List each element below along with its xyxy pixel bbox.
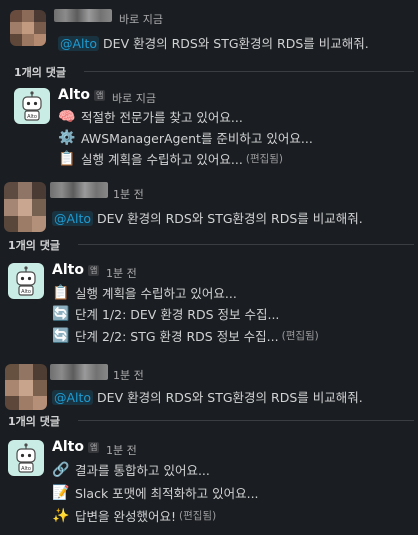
message-timestamp[interactable]: 바로 지금 [119, 11, 163, 27]
progress-text: 답변을 완성했어요! [75, 509, 176, 524]
progress-text: 적절한 전문가를 찾고 있어요... [81, 110, 243, 125]
edited-label: (편집됨) [179, 510, 217, 522]
progress-line-3: 📋 실행 계획을 수립하고 있어요... (편집됨) [58, 149, 283, 168]
bot-name[interactable]: Alto [52, 262, 84, 278]
app-badge: 앱 [94, 90, 106, 101]
progress-text: Slack 포맷에 최적화하고 있어요... [75, 486, 259, 501]
robot-icon: Alto [16, 443, 36, 473]
progress-line-2: 🔄 단계 1/2: DEV 환경 RDS 정보 수집... [52, 304, 279, 323]
thread-block-3: 1분 전 @Alto DEV 환경의 RDS와 STG환경의 RDS를 비교해줘… [0, 356, 418, 535]
user-message-text: @Alto DEV 환경의 RDS와 STG환경의 RDS를 비교해줘. [52, 208, 363, 227]
message-body: DEV 환경의 RDS와 STG환경의 RDS를 비교해줘. [93, 390, 363, 405]
user-name-blurred[interactable] [50, 182, 108, 198]
svg-text:Alto: Alto [27, 114, 37, 120]
mention-alto[interactable]: @Alto [52, 390, 94, 405]
reply-divider [78, 244, 414, 245]
memo-icon: 📝 [52, 484, 70, 501]
message-timestamp[interactable]: 1분 전 [113, 367, 144, 383]
reply-timestamp[interactable]: 1분 전 [106, 442, 137, 458]
user-name-blurred[interactable] [50, 364, 108, 380]
bot-avatar[interactable]: Alto [8, 263, 44, 299]
user-name-blurred[interactable] [54, 9, 112, 22]
edited-label: (편집됨) [245, 153, 284, 165]
progress-line-1: 🧠 적절한 전문가를 찾고 있어요... [58, 107, 243, 126]
bot-name[interactable]: Alto [52, 439, 84, 455]
robot-icon: Alto [16, 266, 36, 296]
reply-divider [84, 71, 414, 72]
brain-icon: 🧠 [58, 108, 76, 125]
progress-line-2: 📝 Slack 포맷에 최적화하고 있어요... [52, 483, 259, 502]
mention-alto[interactable]: @Alto [58, 36, 100, 51]
user-avatar[interactable] [10, 10, 46, 46]
robot-icon: Alto [22, 91, 42, 121]
progress-text: 실행 계획을 수립하고 있어요... [75, 286, 237, 301]
refresh-icon: 🔄 [52, 305, 70, 322]
progress-text: 단계 2/2: STG 환경 RDS 정보 수집... [75, 329, 279, 344]
edited-label: (편집됨) [281, 330, 319, 342]
bot-avatar[interactable]: Alto [14, 88, 50, 124]
reply-count[interactable]: 1개의 댓글 [8, 237, 60, 253]
progress-line-1: 📋 실행 계획을 수립하고 있어요... [52, 283, 237, 302]
reply-count[interactable]: 1개의 댓글 [14, 64, 66, 80]
link-icon: 🔗 [52, 461, 70, 478]
sparkles-icon: ✨ [52, 507, 70, 524]
message-timestamp[interactable]: 1분 전 [113, 186, 144, 202]
progress-line-1: 🔗 결과를 통합하고 있어요... [52, 460, 210, 479]
clipboard-icon: 📋 [58, 150, 76, 167]
app-badge: 앱 [88, 265, 100, 276]
app-badge: 앱 [88, 442, 100, 453]
clipboard-icon: 📋 [52, 284, 70, 301]
progress-text: 실행 계획을 수립하고 있어요... [81, 152, 243, 167]
bot-name[interactable]: Alto [58, 87, 90, 103]
progress-line-2: ⚙️ AWSManagerAgent를 준비하고 있어요... [58, 128, 313, 147]
svg-text:Alto: Alto [21, 466, 31, 472]
user-avatar[interactable] [5, 364, 47, 410]
progress-text: 단계 1/2: DEV 환경 RDS 정보 수집... [75, 307, 280, 322]
progress-line-3: 🔄 단계 2/2: STG 환경 RDS 정보 수집... (편집됨) [52, 326, 319, 345]
user-avatar[interactable] [4, 182, 46, 232]
mention-alto[interactable]: @Alto [52, 211, 94, 226]
user-message-text: @Alto DEV 환경의 RDS와 STG환경의 RDS를 비교해줘. [58, 33, 369, 52]
reply-count[interactable]: 1개의 댓글 [8, 413, 60, 429]
reply-divider [78, 420, 414, 421]
progress-text: 결과를 통합하고 있어요... [75, 463, 210, 478]
refresh-icon: 🔄 [52, 327, 70, 344]
message-body: DEV 환경의 RDS와 STG환경의 RDS를 비교해줘. [99, 36, 369, 51]
progress-line-3: ✨ 답변을 완성했어요! (편집됨) [52, 506, 216, 525]
message-body: DEV 환경의 RDS와 STG환경의 RDS를 비교해줘. [93, 211, 363, 226]
gear-icon: ⚙️ [58, 129, 76, 146]
svg-text:Alto: Alto [21, 289, 31, 295]
bot-avatar[interactable]: Alto [8, 440, 44, 476]
thread-block-1: 바로 지금 @Alto DEV 환경의 RDS와 STG환경의 RDS를 비교해… [0, 0, 418, 178]
progress-text: AWSManagerAgent를 준비하고 있어요... [81, 131, 313, 146]
thread-block-2: 1분 전 @Alto DEV 환경의 RDS와 STG환경의 RDS를 비교해줘… [0, 178, 418, 356]
reply-timestamp[interactable]: 바로 지금 [112, 90, 156, 106]
reply-timestamp[interactable]: 1분 전 [106, 265, 137, 281]
user-message-text: @Alto DEV 환경의 RDS와 STG환경의 RDS를 비교해줘. [52, 387, 363, 406]
